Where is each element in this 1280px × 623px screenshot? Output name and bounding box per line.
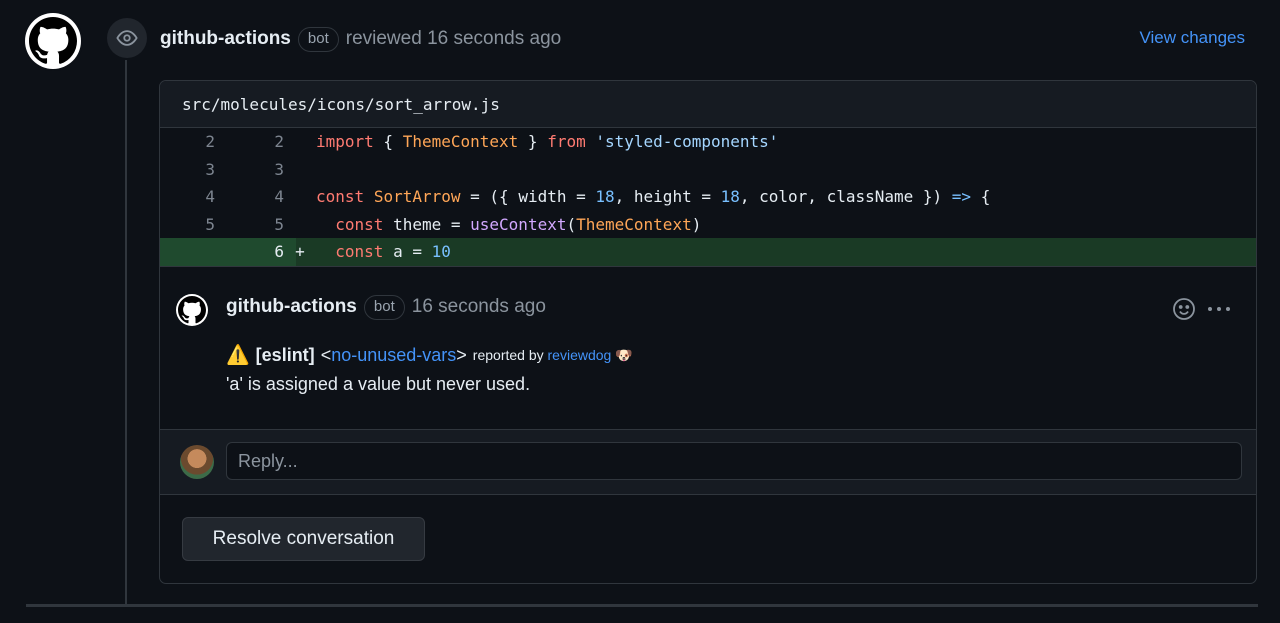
- code-token: 'styled-components': [595, 132, 779, 152]
- rule-open: <: [320, 344, 332, 365]
- diff-table: 2 2 import { ThemeContext } from 'styled…: [160, 128, 1256, 266]
- old-line-number[interactable]: 2: [160, 132, 215, 151]
- warning-icon: ⚠️: [226, 344, 250, 366]
- new-line-number[interactable]: 4: [215, 187, 284, 206]
- current-user-avatar[interactable]: [180, 445, 214, 479]
- code-line: const SortArrow = ({ width = 18, height …: [316, 187, 990, 206]
- diff-row: 3 3: [160, 156, 1256, 184]
- code-token: ThemeContext: [576, 214, 692, 234]
- code-token: 18: [595, 187, 615, 207]
- resolve-conversation-button[interactable]: Resolve conversation: [182, 517, 425, 561]
- old-line-number[interactable]: 3: [160, 160, 215, 179]
- code-token: const: [335, 242, 384, 262]
- bot-badge: bot: [363, 294, 405, 320]
- reviewdog-link[interactable]: reviewdog: [548, 347, 612, 363]
- github-actions-avatar[interactable]: [25, 13, 81, 69]
- comment-actions: [1172, 297, 1232, 321]
- dog-icon: 🐶: [615, 346, 633, 363]
- comment-timestamp[interactable]: 16 seconds ago: [412, 296, 546, 318]
- comment-author-link[interactable]: github-actions: [226, 296, 357, 318]
- code-line: import { ThemeContext } from 'styled-com…: [316, 132, 778, 151]
- diff-sign: +: [295, 242, 305, 262]
- code-token: , color, className }): [739, 187, 952, 207]
- review-comment: github-actions bot 16 seconds ago ⚠️ [es…: [160, 265, 1256, 429]
- new-line-number[interactable]: 6: [215, 242, 284, 261]
- review-action-text: reviewed 16 seconds ago: [345, 28, 562, 49]
- code-token: ): [691, 214, 702, 234]
- bot-badge: bot: [297, 26, 339, 52]
- code-token: const: [316, 187, 365, 207]
- code-line: const a = 10: [316, 242, 451, 261]
- github-octocat-icon: [29, 17, 77, 64]
- view-changes-link[interactable]: View changes: [1139, 28, 1245, 48]
- new-line-number[interactable]: 2: [215, 132, 284, 151]
- code-token: import: [316, 132, 374, 152]
- code-token: (: [566, 214, 577, 234]
- rule-link[interactable]: no-unused-vars: [331, 341, 456, 370]
- file-path[interactable]: src/molecules/icons/sort_arrow.js: [160, 81, 1256, 128]
- diff-row: 5 5 const theme = useContext(ThemeContex…: [160, 211, 1256, 239]
- code-token: useContext: [470, 214, 567, 234]
- review-author-link[interactable]: github-actions: [160, 28, 291, 50]
- comment-message: 'a' is assigned a value but never used.: [226, 373, 531, 394]
- reply-input[interactable]: [226, 442, 1242, 480]
- kebab-horizontal-icon[interactable]: [1206, 297, 1232, 321]
- code-token: 10: [431, 242, 451, 262]
- comment-header: github-actions bot 16 seconds ago: [226, 294, 546, 320]
- code-token: from: [547, 132, 586, 152]
- diff-row: 4 4 const SortArrow = ({ width = 18, hei…: [160, 183, 1256, 211]
- code-token: ThemeContext: [402, 132, 519, 152]
- code-token: {: [373, 132, 403, 152]
- code-token: {: [971, 187, 991, 207]
- code-token: = ({ width =: [460, 187, 596, 207]
- code-token: theme =: [383, 214, 471, 234]
- reply-area: [160, 429, 1256, 495]
- reported-by: reported by reviewdog 🐶: [473, 341, 633, 370]
- code-token: const: [335, 214, 384, 234]
- timeline-line: [125, 60, 127, 606]
- eslint-tag: [eslint]: [255, 344, 315, 365]
- rule-close: >: [456, 344, 467, 365]
- comment-body: ⚠️ [eslint] < no-unused-vars > reported by…: [226, 341, 633, 399]
- old-line-number[interactable]: 4: [160, 187, 215, 206]
- review-header: github-actions bot reviewed 16 seconds a…: [160, 24, 561, 54]
- new-line-number[interactable]: 5: [215, 215, 284, 234]
- github-octocat-icon: [178, 295, 206, 323]
- old-line-number[interactable]: 5: [160, 215, 215, 234]
- code-token: =>: [951, 187, 972, 207]
- comment-author-avatar[interactable]: [176, 293, 208, 326]
- reported-by-text: reported by: [472, 346, 544, 363]
- new-line-number[interactable]: 3: [215, 160, 284, 179]
- smiley-icon[interactable]: [1172, 297, 1196, 321]
- eslint-line: ⚠️ [eslint] < no-unused-vars > reported by…: [226, 341, 633, 370]
- code-token: SortArrow: [373, 187, 461, 207]
- code-token: a =: [383, 242, 432, 262]
- diff-row: 2 2 import { ThemeContext } from 'styled…: [160, 128, 1256, 156]
- code-token: }: [518, 132, 548, 152]
- code-token: 18: [720, 187, 740, 207]
- diff-row-added: 6 + const a = 10: [160, 238, 1256, 266]
- eye-icon: [116, 30, 138, 46]
- code-token: , height =: [614, 187, 721, 207]
- eye-icon-badge: [107, 18, 147, 58]
- code-line: const theme = useContext(ThemeContext): [316, 215, 701, 234]
- review-thread: src/molecules/icons/sort_arrow.js 2 2 im…: [159, 80, 1257, 584]
- timeline-divider: [26, 604, 1258, 607]
